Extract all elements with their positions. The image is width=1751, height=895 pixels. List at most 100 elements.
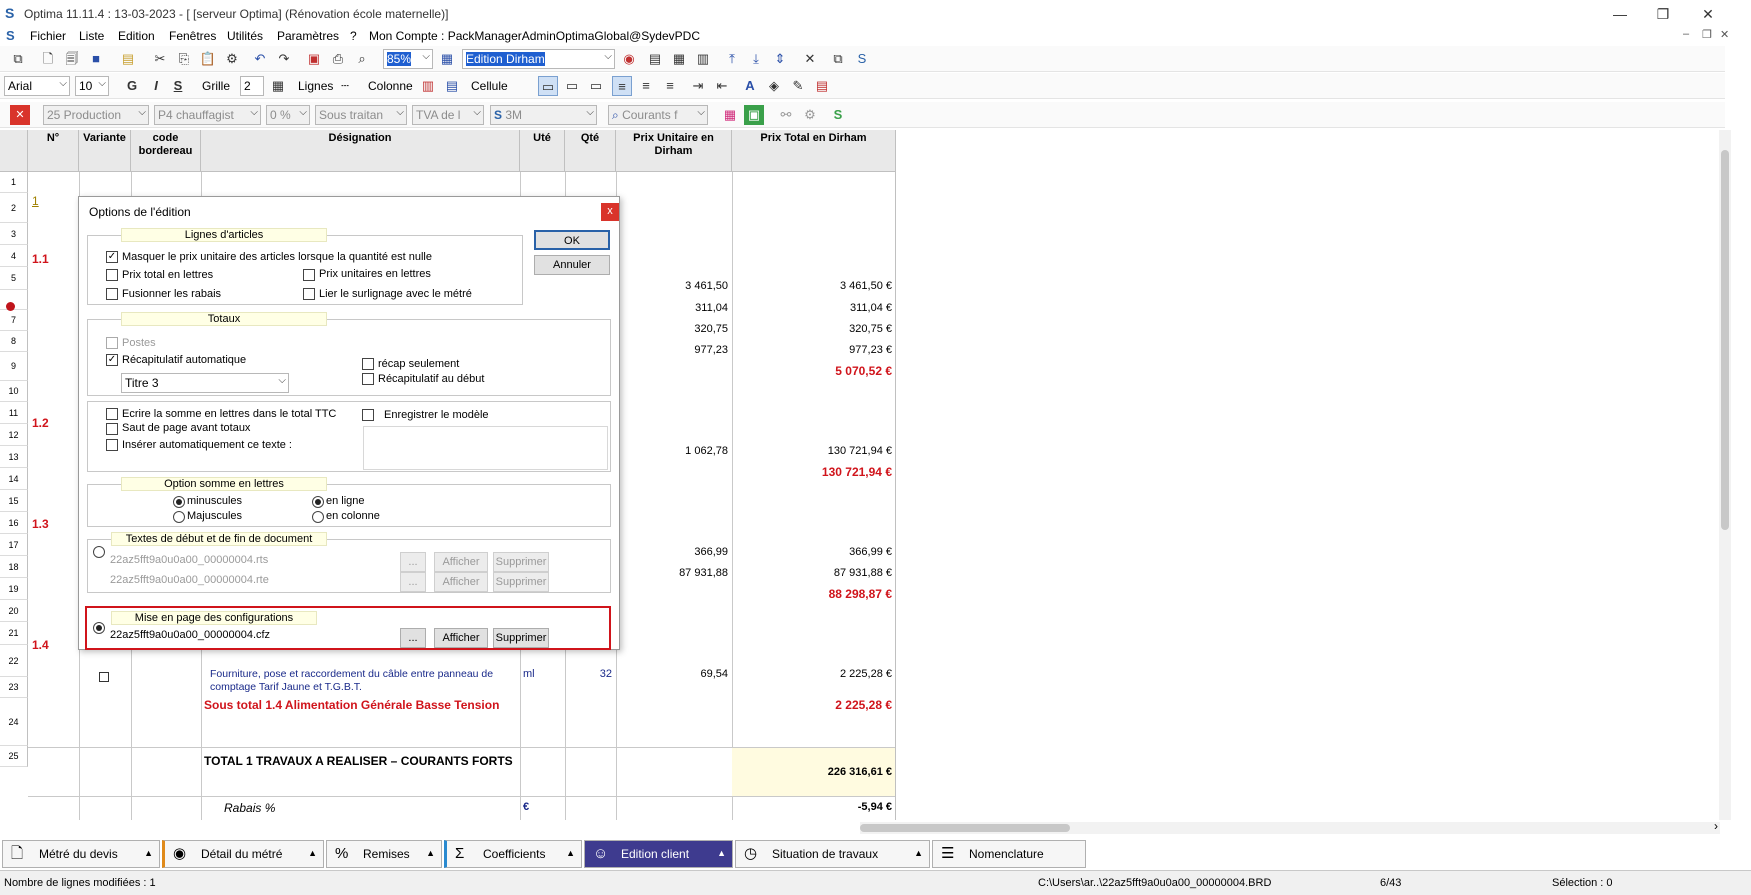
row-number[interactable]: 2: [0, 193, 28, 223]
col-code[interactable]: code bordereau: [131, 130, 201, 172]
menu-parametres[interactable]: Paramètres: [277, 29, 339, 43]
row-number[interactable]: 24: [0, 698, 28, 746]
tools-icon[interactable]: ✕: [800, 49, 820, 69]
pt-row-8[interactable]: 977,23 €: [732, 344, 892, 356]
masquer-checkbox[interactable]: ✓: [106, 251, 118, 263]
row-number[interactable]: 21: [0, 622, 28, 645]
tab-coefficients[interactable]: Σ Coefficients ▲: [444, 840, 582, 868]
lock-icon[interactable]: ▣: [744, 105, 764, 125]
menu-fenetres[interactable]: Fenêtres: [169, 29, 216, 43]
rabais-label[interactable]: Rabais %: [224, 801, 275, 815]
en-ligne-radio[interactable]: [312, 496, 324, 508]
recap-debut-checkbox[interactable]: [362, 373, 374, 385]
fill-color-icon[interactable]: ◈: [764, 76, 784, 96]
titre-select[interactable]: Titre 3 ⌵: [121, 373, 289, 393]
strike-button[interactable]: S: [168, 76, 188, 96]
copy-icon[interactable]: ⎘: [174, 49, 194, 69]
zoom-apply-icon[interactable]: ▦: [437, 49, 457, 69]
section-1-1[interactable]: 1.1: [32, 252, 49, 266]
menu-edition[interactable]: Edition: [118, 29, 155, 43]
window-copy-icon[interactable]: ⧉: [828, 49, 848, 69]
tab-menu-icon[interactable]: ▲: [914, 840, 923, 866]
paste-special-icon[interactable]: ⚙: [222, 49, 242, 69]
col-variante[interactable]: Variante: [79, 130, 131, 172]
link-icon[interactable]: ⚯: [776, 105, 796, 125]
textes-supprimer-1-button[interactable]: Supprimer: [493, 552, 549, 572]
courants-select[interactable]: ⌕ Courants f ⌵: [608, 105, 708, 125]
edition-list-icon[interactable]: ▤: [645, 49, 665, 69]
row-number[interactable]: 7: [0, 310, 28, 331]
variante-checkbox[interactable]: [99, 672, 109, 682]
restore-button[interactable]: ❐: [1643, 2, 1683, 26]
pu-row-21[interactable]: 69,54: [616, 668, 728, 680]
cut-icon[interactable]: ✂: [150, 49, 170, 69]
undo-icon[interactable]: ↶: [250, 49, 270, 69]
pt-row-6[interactable]: 311,04 €: [732, 302, 892, 314]
subtotal-1-3[interactable]: 88 298,87 €: [732, 587, 892, 601]
size-select[interactable]: 10 ⌵: [75, 76, 109, 96]
menu-liste[interactable]: Liste: [79, 29, 104, 43]
qte-row-21[interactable]: 32: [565, 668, 612, 680]
tab-menu-icon[interactable]: ▲: [144, 840, 153, 866]
row-number[interactable]: 12: [0, 424, 28, 446]
preview-icon[interactable]: ⌕: [352, 49, 372, 69]
font-color-icon[interactable]: A: [740, 76, 760, 96]
row-number[interactable]: 11: [0, 402, 28, 424]
menu-utilites[interactable]: Utilités: [227, 29, 263, 43]
col-ute[interactable]: Uté: [520, 130, 565, 172]
row-number[interactable]: 13: [0, 446, 28, 468]
mdi-restore-button[interactable]: ❐: [1702, 28, 1712, 41]
green-optima-icon[interactable]: S: [828, 105, 848, 125]
mdi-close-button[interactable]: ✕: [1720, 28, 1729, 41]
edition-select[interactable]: Edition Dirham ⌵: [462, 49, 615, 69]
row-number[interactable]: 15: [0, 490, 28, 512]
3m-select[interactable]: S 3M ⌵: [490, 105, 597, 125]
production-select[interactable]: 25 Production ⌵: [43, 105, 149, 125]
pu-row-12[interactable]: 1 062,78: [616, 445, 728, 457]
row-number[interactable]: 1: [0, 172, 28, 193]
textes-browse-1-button[interactable]: ...: [400, 552, 426, 572]
minimize-button[interactable]: —: [1600, 2, 1640, 26]
rabais-value[interactable]: -5,94 €: [732, 801, 892, 813]
row-number[interactable]: 18: [0, 556, 28, 578]
windows-icon[interactable]: ⧉: [8, 49, 28, 69]
row-number[interactable]: 17: [0, 534, 28, 556]
tva-select[interactable]: TVA de l ⌵: [412, 105, 484, 125]
align-right-icon[interactable]: ≡: [660, 76, 680, 96]
pt-row-5[interactable]: 3 461,50 €: [732, 280, 892, 292]
optima-icon[interactable]: S: [852, 49, 872, 69]
total-label[interactable]: TOTAL 1 TRAVAUX A REALISER – COURANTS FO…: [204, 754, 516, 769]
grid-value[interactable]: 2: [240, 76, 264, 96]
saut-checkbox[interactable]: [106, 423, 118, 435]
prix-total-lettres-checkbox[interactable]: [106, 269, 118, 281]
row-number[interactable]: 23: [0, 677, 28, 698]
col-num[interactable]: N°: [28, 130, 79, 172]
row-number[interactable]: 3: [0, 223, 28, 245]
recap-auto-checkbox[interactable]: ✓: [106, 354, 118, 366]
row-number[interactable]: 25: [0, 746, 28, 767]
mdi-minimize-button[interactable]: ‒: [1683, 28, 1689, 40]
pu-row-8[interactable]: 977,23: [616, 344, 728, 356]
chauffagiste-select[interactable]: P4 chauffagist ⌵: [154, 105, 261, 125]
menu-mon-compte[interactable]: Mon Compte : PackManagerAdminOptimaGloba…: [369, 29, 700, 43]
pu-row-17[interactable]: 87 931,88: [616, 567, 728, 579]
move-top-icon[interactable]: ⤒: [722, 49, 742, 69]
col-designation[interactable]: Désignation: [201, 130, 520, 172]
textes-supprimer-2-button[interactable]: Supprimer: [493, 572, 549, 592]
tab-menu-icon[interactable]: ▲: [426, 840, 435, 866]
row-number[interactable]: 19: [0, 578, 28, 600]
pt-row-7[interactable]: 320,75 €: [732, 323, 892, 335]
zoom-select[interactable]: 85% ⌵: [383, 49, 433, 69]
minuscules-radio[interactable]: [173, 496, 185, 508]
row-number[interactable]: 22: [0, 645, 28, 677]
border-bottom-icon[interactable]: ▭: [586, 76, 606, 96]
pu-row-6[interactable]: 311,04: [616, 302, 728, 314]
ecrire-checkbox[interactable]: [106, 408, 118, 420]
subtotal-1-4[interactable]: 2 225,28 €: [732, 698, 892, 712]
textes-radio[interactable]: [93, 546, 105, 558]
border-mid-icon[interactable]: ▭: [562, 76, 582, 96]
tab-remises[interactable]: % Remises ▲: [326, 840, 442, 868]
inserer-text-area[interactable]: [363, 426, 608, 470]
align-left-icon[interactable]: ≡: [612, 76, 632, 96]
textes-afficher-2-button[interactable]: Afficher: [434, 572, 488, 592]
